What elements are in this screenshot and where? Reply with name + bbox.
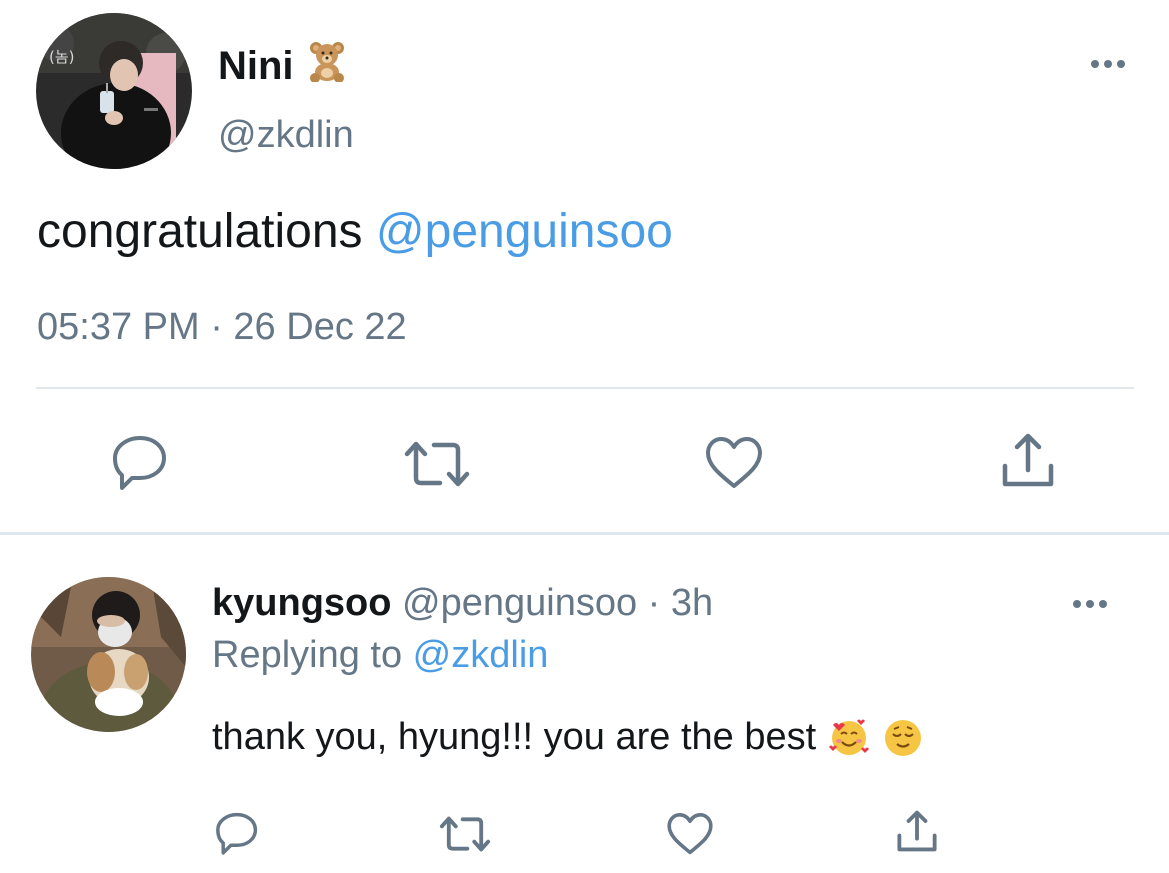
reply-header: kyungsoo @penguinsoo · 3h xyxy=(212,582,713,625)
relieved-face-icon xyxy=(882,717,924,759)
reply-text-body: thank you, hyung!!! you are the best xyxy=(212,716,817,758)
reply-button[interactable] xyxy=(110,432,170,492)
timestamp[interactable]: 05:37 PM · 26 Dec 22 xyxy=(37,306,407,349)
replying-label: Replying to xyxy=(212,634,413,676)
mention-link[interactable]: @penguinsoo xyxy=(376,205,673,258)
reply-icon xyxy=(214,810,260,856)
reply-text: thank you, hyung!!! you are the best xyxy=(212,716,924,759)
reply-like-button[interactable] xyxy=(666,812,714,856)
share-icon xyxy=(1000,430,1056,490)
teddy-bear-icon xyxy=(306,40,348,92)
retweet-icon xyxy=(402,436,472,492)
like-icon xyxy=(704,436,764,490)
reply-more-options-icon[interactable] xyxy=(1070,594,1110,614)
reply-reply-button[interactable] xyxy=(214,810,260,856)
retweet-icon xyxy=(438,812,492,856)
tweet-text: congratulations @penguinsoo xyxy=(37,204,673,259)
display-name-text: Nini xyxy=(218,43,294,88)
avatar-badge: (놈) xyxy=(49,48,75,66)
replying-to: Replying to @zkdlin xyxy=(212,634,548,677)
smiling-face-with-hearts-icon xyxy=(828,717,870,759)
replying-mention-link[interactable]: @zkdlin xyxy=(413,634,549,676)
divider xyxy=(36,387,1134,389)
avatar-nini[interactable]: (놈) xyxy=(36,13,192,169)
like-button[interactable] xyxy=(704,436,764,490)
reply-retweet-button[interactable] xyxy=(438,812,492,856)
share-icon xyxy=(895,808,939,854)
like-icon xyxy=(666,812,714,856)
share-button[interactable] xyxy=(1000,430,1056,490)
avatar-kyungsoo[interactable] xyxy=(31,577,186,732)
handle[interactable]: @zkdlin xyxy=(218,114,354,157)
retweet-button[interactable] xyxy=(402,436,472,492)
tweet-text-plain: congratulations xyxy=(37,205,376,258)
reply-display-name[interactable]: kyungsoo xyxy=(212,582,391,624)
section-divider xyxy=(0,532,1169,535)
display-name[interactable]: Nini xyxy=(218,40,348,92)
more-options-icon[interactable] xyxy=(1088,54,1128,74)
reply-handle-time[interactable]: @penguinsoo · 3h xyxy=(391,582,713,624)
reply-icon xyxy=(110,432,170,492)
reply-share-button[interactable] xyxy=(895,808,939,854)
